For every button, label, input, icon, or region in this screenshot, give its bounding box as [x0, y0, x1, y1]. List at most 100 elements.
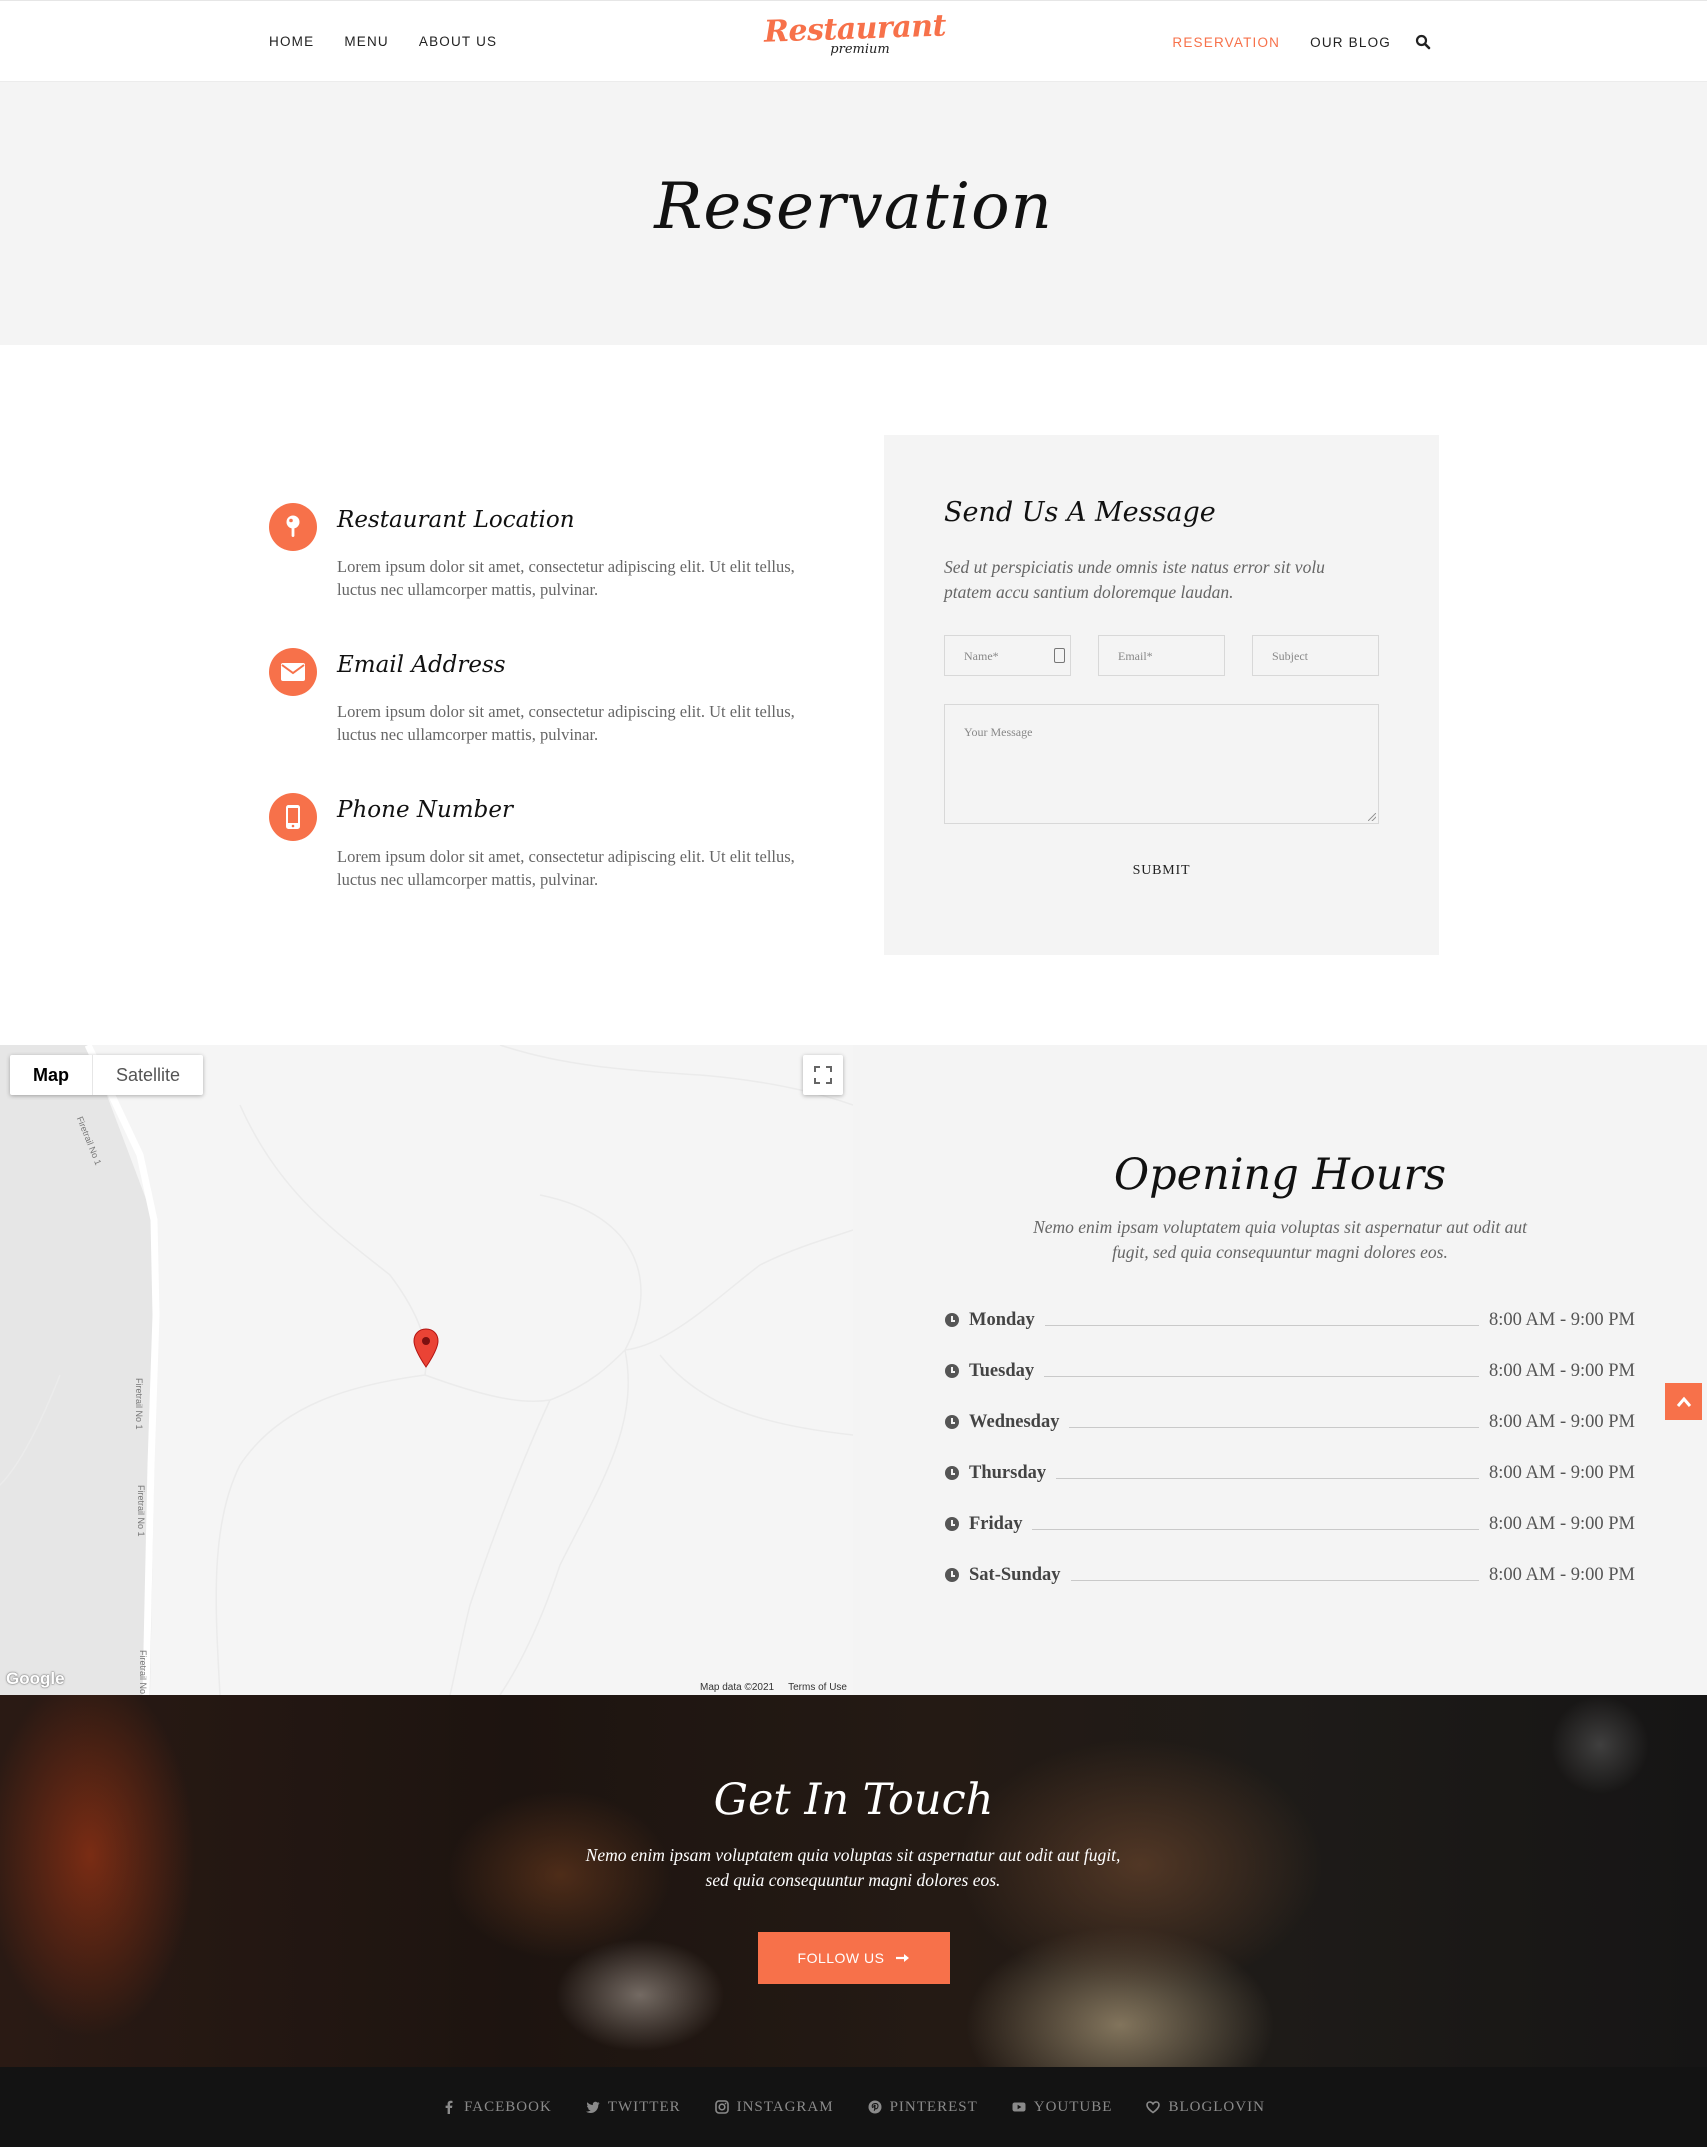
search-icon[interactable]	[1415, 34, 1431, 50]
clock-icon	[945, 1313, 959, 1327]
info-title: Restaurant Location	[337, 507, 575, 533]
map-type-toggle: Map Satellite	[10, 1055, 204, 1095]
email-placeholder: Email*	[1118, 649, 1153, 663]
dotted-leader	[1056, 1477, 1480, 1479]
site-footer: FACEBOOK TWITTER INSTAGRAM PINTEREST YOU…	[0, 2067, 1707, 2147]
social-label: YOUTUBE	[1033, 2098, 1113, 2115]
follow-us-label: FOLLOW US	[797, 1950, 885, 1966]
message-form: Send Us A Message Sed ut perspiciatis un…	[884, 435, 1439, 955]
opening-hours-title: Opening Hours	[1113, 1150, 1447, 1200]
nav-right: RESERVATION OUR BLOG	[1172, 34, 1431, 50]
hours-row: Thursday 8:00 AM - 9:00 PM	[945, 1461, 1635, 1485]
twitter-icon	[585, 2101, 600, 2113]
dotted-leader	[1044, 1375, 1480, 1377]
get-in-touch-description: Nemo enim ipsam voluptatem quia voluptas…	[585, 1845, 1121, 1890]
name-placeholder: Name*	[964, 649, 999, 663]
name-field[interactable]: Name*	[944, 635, 1071, 676]
nav-home[interactable]: HOME	[269, 34, 314, 49]
email-field[interactable]: Email*	[1098, 635, 1225, 676]
social-pinterest[interactable]: PINTEREST	[868, 2099, 978, 2116]
google-logo[interactable]: Google	[6, 1669, 65, 1689]
message-form-title: Send Us A Message	[944, 497, 1216, 528]
back-to-top-button[interactable]	[1665, 1383, 1702, 1420]
hours-row: Wednesday 8:00 AM - 9:00 PM	[945, 1410, 1635, 1434]
hours-time: 8:00 AM - 9:00 PM	[1489, 1513, 1635, 1534]
road-label: Firetrail No 1	[138, 1650, 148, 1695]
map-marker-icon[interactable]	[413, 1328, 439, 1373]
hours-day: Tuesday	[969, 1360, 1035, 1381]
hours-time: 8:00 AM - 9:00 PM	[1489, 1411, 1635, 1432]
social-label: PINTEREST	[889, 2098, 978, 2115]
map-widget[interactable]: Firetrail No 1 Firetrail No 1 Firetrail …	[0, 1045, 853, 1695]
social-label: TWITTER	[607, 2098, 681, 2115]
social-facebook[interactable]: FACEBOOK	[442, 2099, 552, 2116]
contact-card-icon	[1054, 648, 1065, 663]
map-terms-link[interactable]: Terms of Use	[788, 1682, 847, 1693]
dotted-leader	[1070, 1579, 1480, 1581]
social-youtube[interactable]: YOUTUBE	[1012, 2099, 1113, 2116]
nav-about-us[interactable]: ABOUT US	[419, 34, 497, 49]
hours-row: Tuesday 8:00 AM - 9:00 PM	[945, 1359, 1635, 1383]
submit-button[interactable]: SUBMIT	[884, 863, 1439, 879]
arrow-right-icon	[896, 1954, 910, 1962]
nav-our-blog[interactable]: OUR BLOG	[1310, 35, 1391, 50]
hours-row: Sat-Sunday 8:00 AM - 9:00 PM	[945, 1563, 1635, 1587]
hours-time: 8:00 AM - 9:00 PM	[1489, 1309, 1635, 1330]
hours-time: 8:00 AM - 9:00 PM	[1489, 1360, 1635, 1381]
subject-field[interactable]: Subject	[1252, 635, 1379, 676]
social-label: BLOGLOVIN	[1168, 2098, 1265, 2115]
fullscreen-icon	[814, 1066, 832, 1084]
hours-time: 8:00 AM - 9:00 PM	[1489, 1564, 1635, 1585]
opening-hours-description: Nemo enim ipsam voluptatem quia voluptas…	[1033, 1217, 1527, 1262]
hours-row: Monday 8:00 AM - 9:00 PM	[945, 1308, 1635, 1332]
nav-menu[interactable]: MENU	[344, 34, 389, 49]
social-instagram[interactable]: INSTAGRAM	[714, 2098, 834, 2116]
dotted-leader	[1069, 1426, 1480, 1428]
envelope-icon	[269, 648, 317, 696]
social-bloglovin[interactable]: BLOGLOVIN	[1146, 2099, 1265, 2116]
clock-icon	[945, 1466, 959, 1480]
message-placeholder: Your Message	[964, 725, 1033, 739]
message-textarea[interactable]: Your Message	[944, 704, 1379, 824]
map-attribution: Map data ©2021 Terms of Use	[690, 1679, 853, 1695]
location-pin-icon	[269, 503, 317, 551]
social-twitter[interactable]: TWITTER	[585, 2098, 681, 2116]
follow-us-button[interactable]: FOLLOW US	[758, 1932, 950, 1984]
chevron-up-icon	[1676, 1396, 1691, 1407]
instagram-icon	[714, 2100, 729, 2114]
hours-day: Monday	[969, 1309, 1035, 1330]
page-title: Reservation	[654, 170, 1053, 244]
social-label: INSTAGRAM	[736, 2098, 834, 2115]
social-label: FACEBOOK	[464, 2098, 552, 2115]
youtube-icon	[1012, 2102, 1026, 2112]
map-type-map-button[interactable]: Map	[10, 1055, 93, 1095]
info-text: Lorem ipsum dolor sit amet, consectetur …	[337, 557, 795, 599]
subject-placeholder: Subject	[1272, 649, 1308, 663]
map-data-credit: Map data ©2021	[700, 1681, 775, 1693]
hours-day: Thursday	[969, 1462, 1047, 1483]
get-in-touch-section: Get In Touch Nemo enim ipsam voluptatem …	[0, 1695, 1707, 2067]
clock-icon	[945, 1568, 959, 1582]
resize-handle-icon[interactable]	[1368, 813, 1376, 821]
hours-day: Wednesday	[969, 1411, 1060, 1432]
dotted-leader	[1044, 1324, 1480, 1326]
opening-hours: Opening Hours Nemo enim ipsam voluptatem…	[853, 1045, 1707, 1695]
info-title: Phone Number	[337, 797, 513, 823]
message-form-description: Sed ut perspiciatis unde omnis iste natu…	[944, 557, 1325, 602]
site-logo[interactable]: Restaurant premium	[763, 8, 946, 65]
map-type-satellite-button[interactable]: Satellite	[93, 1055, 203, 1095]
hours-time: 8:00 AM - 9:00 PM	[1489, 1462, 1635, 1483]
info-text: Lorem ipsum dolor sit amet, consectetur …	[337, 847, 795, 889]
page-title-band: Reservation	[0, 82, 1707, 345]
info-text: Lorem ipsum dolor sit amet, consectetur …	[337, 702, 795, 744]
fullscreen-button[interactable]	[803, 1055, 843, 1095]
clock-icon	[945, 1364, 959, 1378]
hours-row: Friday 8:00 AM - 9:00 PM	[945, 1512, 1635, 1536]
site-header: HOME MENU ABOUT US Restaurant premium RE…	[0, 0, 1707, 82]
hours-day: Friday	[969, 1513, 1023, 1534]
facebook-icon	[445, 2100, 453, 2114]
info-title: Email Address	[337, 652, 506, 678]
nav-reservation[interactable]: RESERVATION	[1172, 35, 1280, 50]
mobile-phone-icon	[269, 793, 317, 841]
dotted-leader	[1032, 1528, 1480, 1530]
